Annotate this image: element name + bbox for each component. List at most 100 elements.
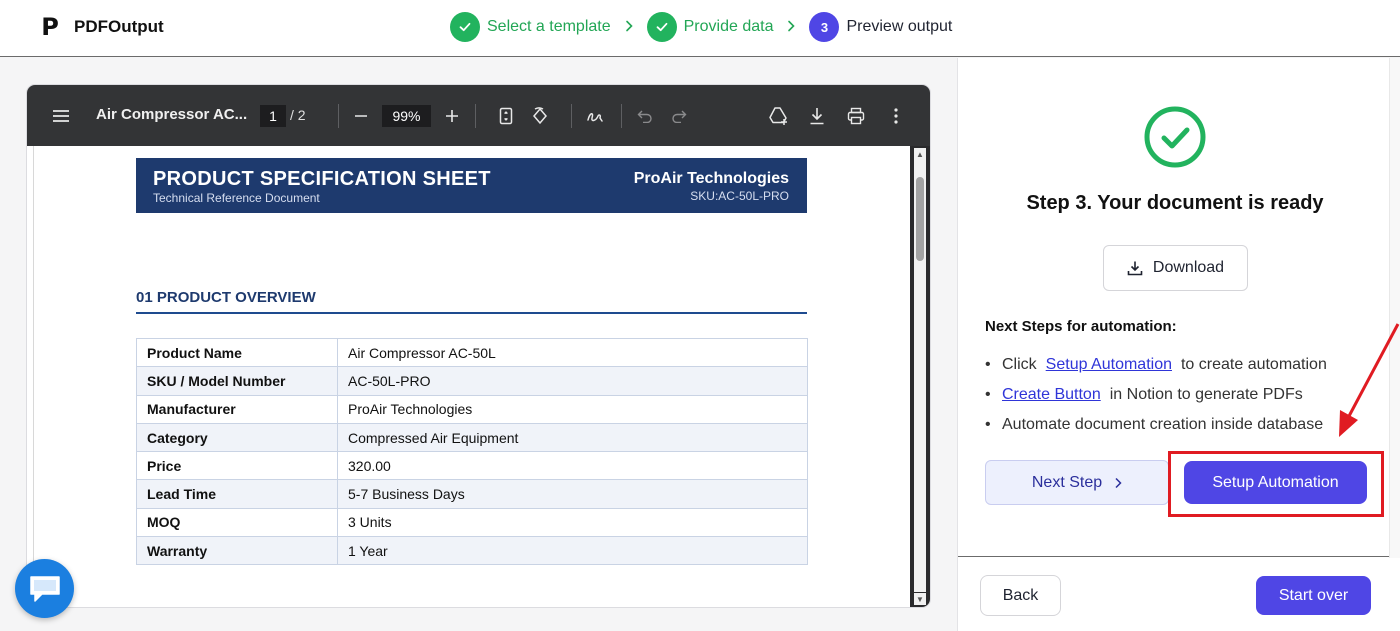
chat-support-button[interactable] xyxy=(15,559,74,618)
start-over-button[interactable]: Start over xyxy=(1256,576,1371,615)
spec-value: Air Compressor AC-50L xyxy=(337,337,808,368)
scroll-up-icon[interactable]: ▲ xyxy=(914,148,926,160)
undo-icon[interactable] xyxy=(633,103,657,129)
app-logo[interactable]: P xyxy=(36,13,64,41)
panel-divider xyxy=(958,556,1389,557)
zoom-out-icon[interactable] xyxy=(349,103,373,129)
table-row: Warranty 1 Year xyxy=(136,536,808,566)
table-row: Manufacturer ProAir Technologies xyxy=(136,394,808,424)
banner-subtitle: Technical Reference Document xyxy=(153,191,320,205)
step-preview-output[interactable]: 3 Preview output xyxy=(809,12,952,42)
fit-page-icon[interactable] xyxy=(494,103,518,129)
toolbar-divider xyxy=(621,104,622,128)
chat-icon xyxy=(29,575,60,602)
pdf-scrollbar[interactable]: ▲ ▼ xyxy=(910,146,930,607)
redo-icon[interactable] xyxy=(667,103,691,129)
next-steps-list: • Click Setup Automation to create autom… xyxy=(985,350,1385,440)
step-select-template[interactable]: Select a template xyxy=(450,12,611,42)
print-icon[interactable] xyxy=(844,103,868,129)
banner-company: ProAir Technologies xyxy=(633,170,789,187)
step-3-number: 3 xyxy=(809,12,840,42)
download-icon xyxy=(1127,261,1143,276)
bullet1-pre: Click xyxy=(1002,356,1037,373)
spec-key: MOQ xyxy=(136,507,338,538)
create-button-link[interactable]: Create Button xyxy=(1002,386,1101,404)
bullet-dot: • xyxy=(985,416,991,433)
add-to-drive-icon[interactable] xyxy=(766,103,792,129)
spec-value: 3 Units xyxy=(337,507,808,538)
step-provide-data[interactable]: Provide data xyxy=(646,12,774,42)
spec-value: 1 Year xyxy=(337,536,808,566)
rotate-icon[interactable] xyxy=(528,103,552,129)
panel-scrollbar[interactable] xyxy=(1389,58,1400,558)
table-row: Lead Time 5-7 Business Days xyxy=(136,479,808,509)
banner-title: PRODUCT SPECIFICATION SHEET xyxy=(153,168,491,190)
bullet-dot: • xyxy=(985,356,991,373)
spec-key: Price xyxy=(136,451,338,481)
download-label: Download xyxy=(1152,259,1225,276)
spec-value: AC-50L-PRO xyxy=(337,366,808,396)
highlight-box xyxy=(1168,451,1384,517)
step-2-label: Provide data xyxy=(683,18,774,35)
bullet1-post: to create automation xyxy=(1180,356,1327,373)
step-2-check-icon xyxy=(646,12,677,42)
chevron-right-icon xyxy=(625,19,633,35)
document-banner: PRODUCT SPECIFICATION SHEET Technical Re… xyxy=(136,158,807,213)
setup-automation-link[interactable]: Setup Automation xyxy=(1046,356,1172,374)
result-panel: Step 3. Your document is ready Download … xyxy=(957,58,1400,631)
banner-sku: SKU:AC-50L-PRO xyxy=(690,189,789,203)
page-number-input[interactable]: 1 xyxy=(260,105,286,127)
logo-letter: P xyxy=(41,13,59,41)
table-row: Product Name Air Compressor AC-50L xyxy=(136,337,808,368)
table-row: MOQ 3 Units xyxy=(136,507,808,538)
chevron-right-icon xyxy=(1115,477,1122,488)
back-button[interactable]: Back xyxy=(980,575,1061,616)
spec-value: 320.00 xyxy=(337,451,808,481)
chevron-right-icon xyxy=(787,19,796,35)
list-item: • Create Button in Notion to generate PD… xyxy=(985,380,1385,410)
table-row: SKU / Model Number AC-50L-PRO xyxy=(136,366,808,396)
pdf-page: PRODUCT SPECIFICATION SHEET Technical Re… xyxy=(33,146,910,607)
more-icon[interactable] xyxy=(884,103,908,129)
spec-key: Warranty xyxy=(136,536,338,566)
download-button[interactable]: Download xyxy=(1103,245,1248,291)
spec-value: ProAir Technologies xyxy=(337,394,808,424)
ready-title: Step 3. Your document is ready xyxy=(1026,192,1324,214)
download-icon[interactable] xyxy=(805,103,829,129)
zoom-in-icon[interactable] xyxy=(440,103,464,129)
spec-table: Product Name Air Compressor AC-50L SKU / M… xyxy=(136,337,808,566)
top-header: P PDFOutput Select a template Provide da… xyxy=(0,0,1400,57)
toolbar-divider xyxy=(571,104,572,128)
zoom-level-input[interactable]: 99% xyxy=(382,105,431,127)
pdf-scroll-area[interactable]: PRODUCT SPECIFICATION SHEET Technical Re… xyxy=(27,146,930,607)
next-steps-heading: Next Steps for automation: xyxy=(985,318,1177,335)
annotate-icon[interactable] xyxy=(583,103,607,129)
scroll-down-icon[interactable]: ▼ xyxy=(914,593,926,605)
table-row: Price 320.00 xyxy=(136,451,808,481)
bullet-dot: • xyxy=(985,386,991,403)
spec-key: Product Name xyxy=(136,337,338,368)
table-row: Category Compressed Air Equipment xyxy=(136,422,808,453)
step-1-check-icon xyxy=(450,12,480,42)
spec-key: Category xyxy=(136,422,338,453)
progress-stepper: Select a template Provide data 3 Preview… xyxy=(450,11,952,43)
next-step-label: Next Step xyxy=(1031,473,1103,491)
toolbar-divider xyxy=(475,104,476,128)
step-1-label: Select a template xyxy=(487,18,611,35)
spec-value: Compressed Air Equipment xyxy=(337,422,808,453)
annotation-arrow-icon xyxy=(1339,323,1400,437)
scroll-thumb[interactable] xyxy=(916,177,924,261)
app-title: PDFOutput xyxy=(74,17,164,36)
section-heading: 01 PRODUCT OVERVIEW xyxy=(136,289,807,314)
next-step-button[interactable]: Next Step xyxy=(985,460,1169,505)
toolbar-divider xyxy=(338,104,339,128)
document-title: Air Compressor AC... xyxy=(96,106,248,123)
spec-key: Manufacturer xyxy=(136,394,338,424)
list-item: • Automate document creation inside data… xyxy=(985,410,1385,440)
spec-value: 5-7 Business Days xyxy=(337,479,808,509)
bullet3-text: Automate document creation inside databa… xyxy=(1002,416,1324,433)
menu-icon[interactable] xyxy=(49,103,73,129)
viewer-toolbar: Air Compressor AC... 1 / 2 99% xyxy=(27,85,930,146)
spec-key: Lead Time xyxy=(136,479,338,509)
list-item: • Click Setup Automation to create autom… xyxy=(985,350,1385,380)
